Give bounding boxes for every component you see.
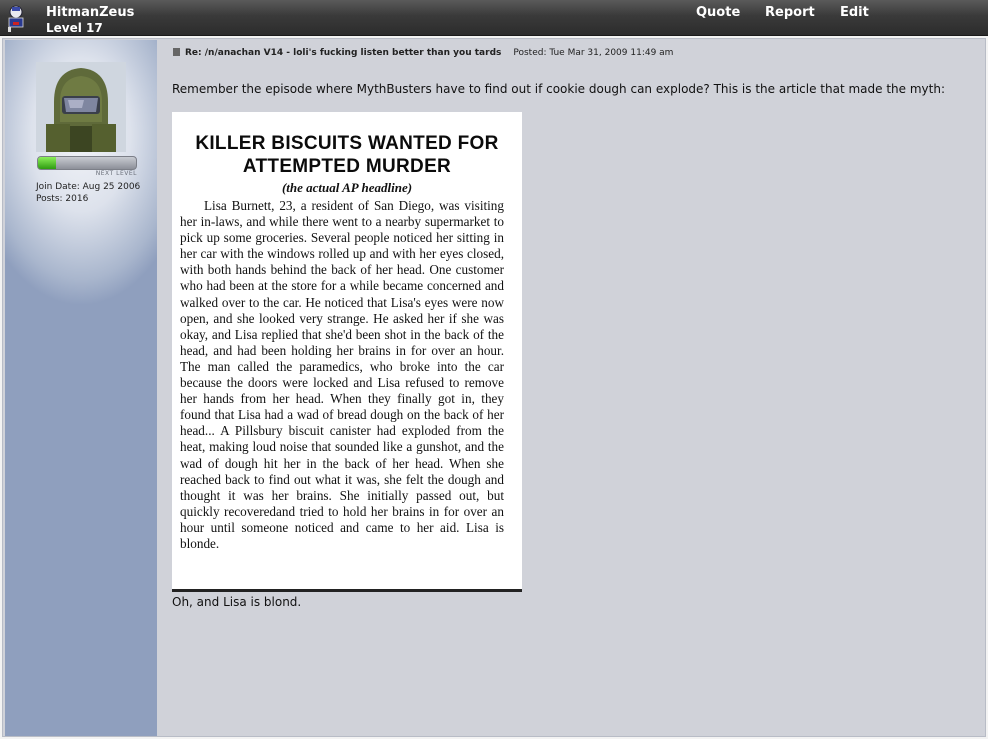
- post-timestamp: Posted: Tue Mar 31, 2009 11:49 am: [513, 48, 674, 58]
- post-container: NEXT LEVEL Join Date: Aug 25 2006 Posts:…: [2, 38, 986, 737]
- post-text-outro: Oh, and Lisa is blond.: [172, 595, 302, 609]
- experience-caption: NEXT LEVEL: [95, 170, 137, 177]
- experience-fill: [38, 157, 56, 169]
- edit-button[interactable]: Edit: [840, 5, 869, 20]
- document-icon[interactable]: [173, 48, 180, 56]
- user-profile-sidebar: NEXT LEVEL Join Date: Aug 25 2006 Posts:…: [5, 40, 157, 736]
- post-header: Re: /n/anachan V14 - loli's fucking list…: [173, 48, 673, 58]
- report-button[interactable]: Report: [765, 5, 815, 20]
- clipping-subheadline: (the actual AP headline): [281, 180, 413, 195]
- clipping-headline-line-1: KILLER BISCUITS WANTED FOR: [195, 133, 499, 154]
- user-stats: Join Date: Aug 25 2006 Posts: 2016: [36, 181, 140, 205]
- post-author-bar: HitmanZeus Level 17 Quote Report Edit: [0, 0, 988, 36]
- clipping-article-text: Lisa Burnett, 23, a resident of San Dieg…: [180, 198, 504, 551]
- post-subject: Re: /n/anachan V14 - loli's fucking list…: [185, 48, 502, 58]
- helmet-avatar[interactable]: [36, 62, 126, 152]
- clipping-border: [172, 589, 522, 592]
- post-content: Re: /n/anachan V14 - loli's fucking list…: [171, 39, 981, 735]
- join-date: Join Date: Aug 25 2006: [36, 182, 141, 192]
- post-actions: Quote Report Edit: [0, 5, 988, 25]
- quote-button[interactable]: Quote: [696, 5, 740, 20]
- newspaper-clipping-image: KILLER BISCUITS WANTED FOR ATTEMPTED MUR…: [172, 112, 522, 592]
- experience-bar: [37, 156, 137, 170]
- post-count: Posts: 2016: [36, 194, 89, 204]
- post-text-intro: Remember the episode where MythBusters h…: [172, 82, 945, 96]
- clipping-headline-line-2: ATTEMPTED MURDER: [242, 156, 452, 177]
- clipping-headline: KILLER BISCUITS WANTED FOR ATTEMPTED MUR…: [172, 132, 522, 178]
